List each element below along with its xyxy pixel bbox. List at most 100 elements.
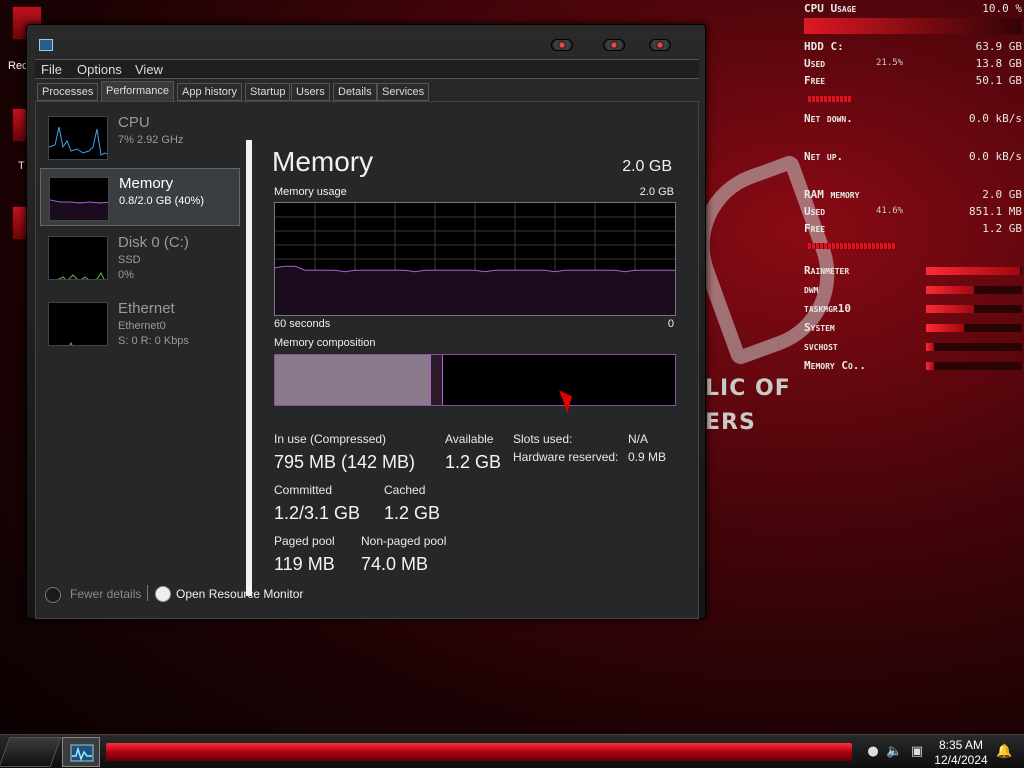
- rm-process-row: taskmgr10: [802, 302, 1024, 318]
- taskbar-task-manager-button[interactable]: [62, 737, 100, 767]
- memory-total: 2.0 GB: [622, 158, 672, 175]
- desktop-icon-label: T: [18, 160, 25, 172]
- memory-usage-graph: [274, 202, 676, 316]
- non-paged-pool-value: 74.0 MB: [361, 554, 429, 574]
- task-manager-window: File Options View Processes Performance …: [26, 24, 706, 619]
- graph-axis-right: 0: [667, 318, 674, 330]
- rm-cpu-value: 10.0 %: [982, 2, 1022, 15]
- desktop-icon-label: Rec: [8, 60, 28, 72]
- rm-cpu-graph: [804, 18, 1022, 34]
- memory-composition-bar: [274, 354, 676, 406]
- cpu-thumbnail-graph: [48, 116, 108, 160]
- tab-app-history[interactable]: App history: [177, 83, 243, 101]
- volume-icon[interactable]: 🔈: [886, 745, 902, 759]
- rm-ram-value: 2.0 GB: [982, 188, 1022, 201]
- sidebar-item-disk[interactable]: Disk 0 (C:) SSD 0%: [40, 228, 240, 286]
- sidebar-cpu-title: CPU: [118, 114, 150, 131]
- sidebar-cpu-sub: 7% 2.92 GHz: [118, 134, 184, 146]
- resource-monitor-icon[interactable]: [155, 586, 171, 602]
- pane-splitter[interactable]: [246, 140, 252, 596]
- tab-bar: Processes Performance App history Startu…: [35, 81, 699, 101]
- task-manager-icon: [39, 39, 53, 51]
- ethernet-thumbnail-graph: [48, 302, 108, 346]
- rm-process-name: dwm: [804, 283, 819, 296]
- menu-file[interactable]: File: [41, 62, 62, 77]
- rm-netup-value: 0.0 kB/s: [969, 150, 1022, 163]
- menu-options[interactable]: Options: [77, 62, 122, 77]
- rm-process-name: System: [804, 321, 835, 334]
- tab-services[interactable]: Services: [377, 83, 430, 101]
- rm-hdd-value: 63.9 GB: [975, 40, 1022, 53]
- rm-ram-free-label: Free: [804, 222, 826, 235]
- rm-ram-used-value: 851.1 MB: [969, 205, 1022, 218]
- rm-process-bar: [926, 362, 934, 370]
- rm-process-bar: [926, 343, 934, 351]
- rm-process-bar: [926, 286, 974, 294]
- network-icon[interactable]: ▣: [910, 745, 924, 759]
- rm-process-row: System: [802, 321, 1024, 337]
- sidebar-ethernet-title: Ethernet: [118, 300, 175, 317]
- minimize-button[interactable]: [551, 39, 573, 51]
- paged-pool-value: 119 MB: [274, 554, 335, 574]
- memory-thumbnail-graph: [49, 177, 109, 221]
- memory-composition-label: Memory composition: [274, 337, 376, 349]
- rm-hdd-used-row: Used 21.5% 13.8 GB: [802, 57, 1024, 73]
- start-button[interactable]: [0, 737, 62, 767]
- memory-usage-max: 2.0 GB: [639, 186, 674, 198]
- rm-hdd-used-pct: 21.5%: [876, 58, 904, 68]
- rm-process-bar: [926, 324, 964, 332]
- sidebar-item-cpu[interactable]: CPU 7% 2.92 GHz: [40, 108, 240, 166]
- rm-ram-used-row: Used 41.6% 851.1 MB: [802, 205, 1024, 221]
- clock-date[interactable]: 12/4/2024: [930, 753, 992, 767]
- open-resource-monitor-link[interactable]: Open Resource Monitor: [176, 587, 303, 601]
- rm-hdd-row: HDD C: 63.9 GB: [802, 40, 1024, 56]
- clock-time[interactable]: 8:35 AM: [930, 738, 992, 752]
- available-value: 1.2 GB: [445, 452, 502, 472]
- composition-modified: [431, 355, 443, 405]
- rm-process-name: Rainmeter: [804, 264, 850, 277]
- tab-users[interactable]: Users: [291, 83, 330, 101]
- title-bar[interactable]: [27, 25, 707, 59]
- rm-hdd-free-value: 50.1 GB: [975, 74, 1022, 87]
- cached-value: 1.2 GB: [384, 503, 441, 523]
- memory-usage-label: Memory usage: [274, 186, 347, 198]
- rm-cpu-row: CPU Usage 10.0 %: [802, 2, 1024, 18]
- tab-startup[interactable]: Startup: [245, 83, 291, 101]
- performance-panel: CPU 7% 2.92 GHz Memory 0.8/2.0 GB (40%) …: [35, 101, 699, 619]
- rm-hdd-free-row: Free 50.1 GB: [802, 74, 1024, 90]
- cached-label: Cached: [384, 483, 426, 497]
- rm-ram-free-row: Free 1.2 GB: [802, 222, 1024, 238]
- footer-divider: [147, 585, 148, 601]
- wallpaper-text-2: ERS: [705, 410, 756, 435]
- sidebar-memory-sub: 0.8/2.0 GB (40%): [119, 195, 204, 207]
- tab-performance[interactable]: Performance: [101, 81, 174, 101]
- rm-ram-label: RAM memory: [804, 188, 860, 201]
- committed-label: Committed: [274, 483, 333, 497]
- memory-heading: Memory: [272, 146, 374, 177]
- rm-hdd-bar: [808, 96, 852, 102]
- rm-process-name: svchost: [804, 340, 838, 353]
- fewer-details-chevron-icon[interactable]: [45, 587, 61, 603]
- graph-axis-left: 60 seconds: [274, 318, 331, 330]
- fewer-details-link[interactable]: Fewer details: [70, 587, 141, 601]
- rm-hdd-free-label: Free: [804, 74, 826, 87]
- sidebar-item-memory[interactable]: Memory 0.8/2.0 GB (40%): [40, 168, 240, 226]
- rm-netup-row: Net up. 0.0 kB/s: [802, 150, 1024, 166]
- rm-hdd-used-value: 13.8 GB: [975, 57, 1022, 70]
- tab-details[interactable]: Details: [333, 83, 377, 101]
- tab-processes[interactable]: Processes: [37, 83, 99, 101]
- sidebar-disk-sub2: 0%: [118, 269, 134, 281]
- committed-value: 1.2/3.1 GB: [274, 503, 361, 523]
- close-button[interactable]: [649, 39, 671, 51]
- taskbar: ● 🔈 ▣ 8:35 AM 12/4/2024 🔔: [0, 734, 1024, 768]
- rm-netdown-value: 0.0 kB/s: [969, 112, 1022, 125]
- available-label: Available: [445, 432, 494, 446]
- rm-netdown-row: Net down. 0.0 kB/s: [802, 112, 1024, 128]
- notification-bell-icon[interactable]: 🔔: [996, 745, 1012, 759]
- sidebar-item-ethernet[interactable]: Ethernet Ethernet0 S: 0 R: 0 Kbps: [40, 294, 240, 352]
- tray-circle-icon[interactable]: ●: [866, 745, 880, 759]
- sidebar-ethernet-sub1: Ethernet0: [118, 320, 166, 332]
- in-use-value: 795 MB (142 MB): [274, 452, 416, 472]
- menu-view[interactable]: View: [135, 62, 163, 77]
- maximize-button[interactable]: [603, 39, 625, 51]
